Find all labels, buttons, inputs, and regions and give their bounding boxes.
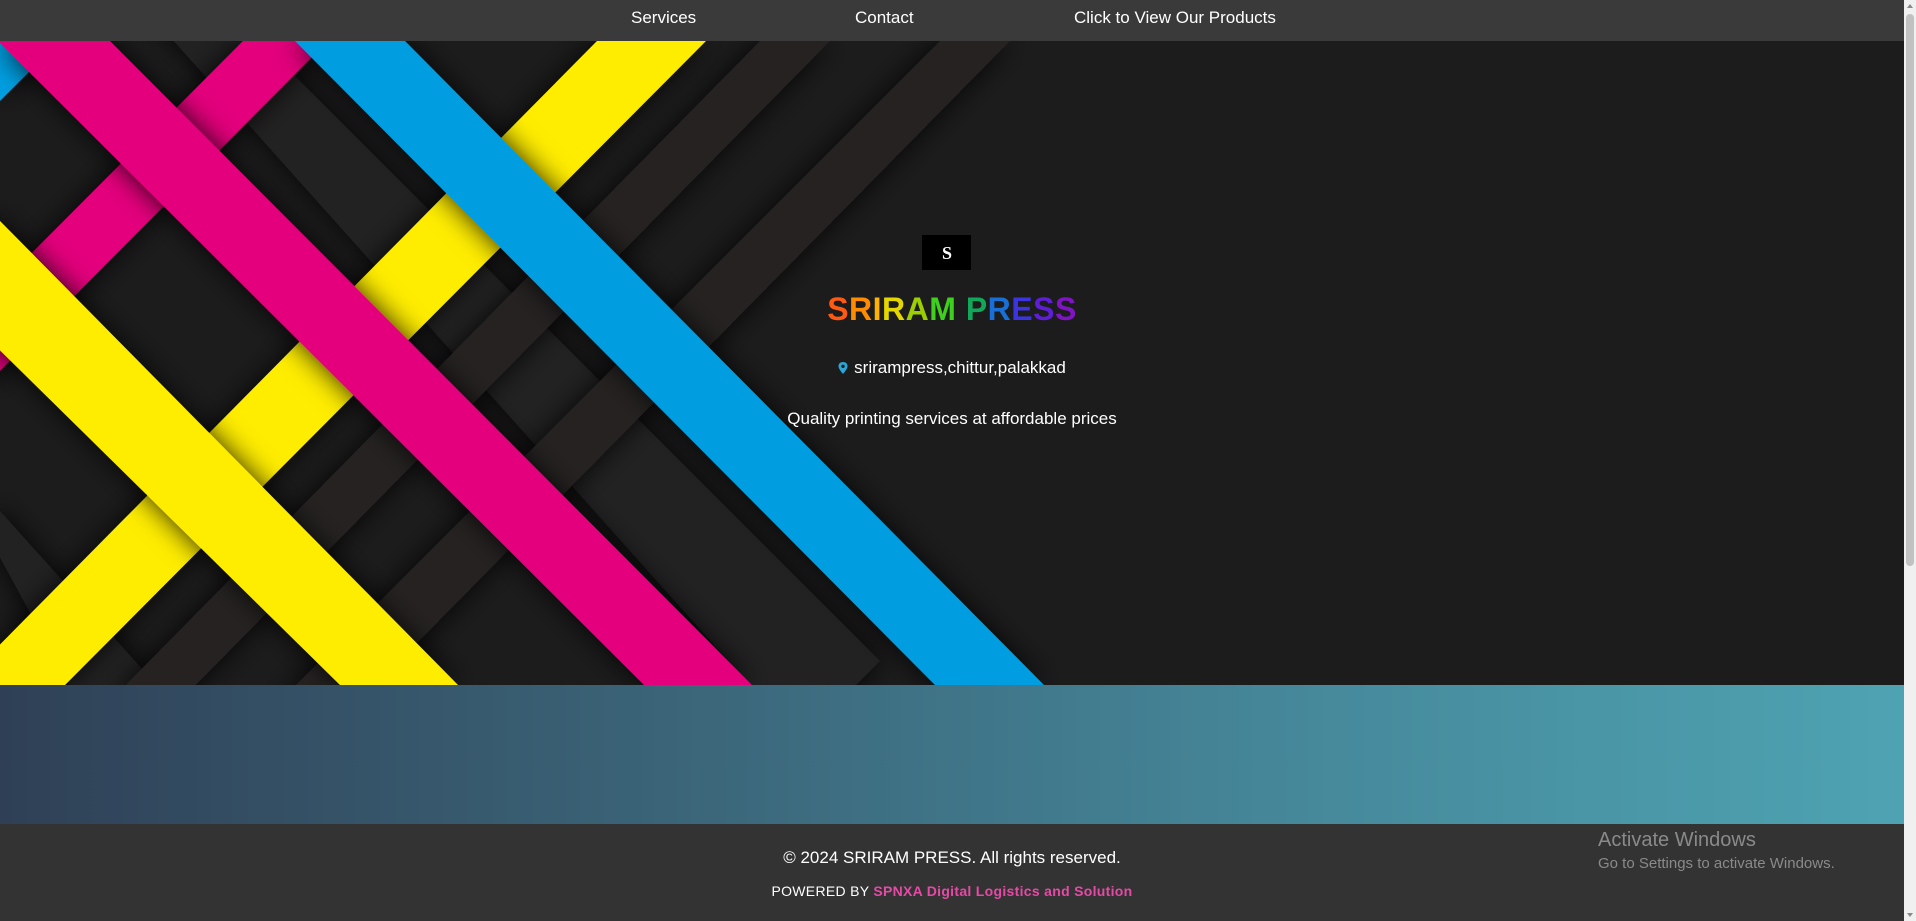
hero-section: S SRIRAM PRESS srirampress,chittur,palak… xyxy=(0,41,1904,685)
powered-by-label: POWERED BY xyxy=(771,883,870,899)
scroll-up-icon[interactable] xyxy=(1907,4,1913,8)
scroll-down-icon[interactable] xyxy=(1907,913,1913,917)
logo-s-icon: S xyxy=(941,243,951,263)
brand-letter: R xyxy=(882,291,906,327)
scroll-thumb[interactable] xyxy=(1906,14,1914,566)
brand-letter: A xyxy=(905,291,930,327)
brand-letter: S xyxy=(1054,291,1077,327)
brand-letter: R xyxy=(987,291,1012,327)
company-link[interactable]: SPNXA Digital Logistics and Solution xyxy=(873,883,1132,899)
tagline: Quality printing services at affordable … xyxy=(787,409,1117,428)
nav-link-products[interactable]: Click to View Our Products xyxy=(1074,0,1276,35)
windows-activation-watermark: Activate Windows Go to Settings to activ… xyxy=(1598,829,1835,872)
brand-letter: S xyxy=(1033,291,1055,327)
watermark-subtitle: Go to Settings to activate Windows. xyxy=(1598,855,1835,872)
brand-letter: M xyxy=(929,291,957,327)
brand-letter xyxy=(956,291,965,328)
nav-link-services[interactable]: Services xyxy=(631,0,696,35)
watermark-title: Activate Windows xyxy=(1598,829,1756,851)
location-text: srirampress,chittur,palakkad xyxy=(854,358,1066,377)
brand-letter: R xyxy=(849,291,873,327)
brand-letter: P xyxy=(965,291,988,327)
location-line: srirampress,chittur,palakkad xyxy=(0,358,1904,379)
brand-letter: E xyxy=(1011,291,1034,327)
brand-letter: S xyxy=(827,291,850,327)
powered-by-line: POWERED BY SPNXA Digital Logistics and S… xyxy=(0,883,1904,899)
hero-content: S SRIRAM PRESS srirampress,chittur,palak… xyxy=(0,41,1904,685)
vertical-scrollbar[interactable] xyxy=(1904,0,1916,921)
brand-letter: I xyxy=(872,291,883,327)
location-pin-icon xyxy=(838,359,848,379)
brand-title: SRIRAM PRESS xyxy=(0,291,1904,328)
nav-link-contact[interactable]: Contact xyxy=(855,0,914,35)
brand-logo: S xyxy=(922,235,971,270)
gradient-band xyxy=(0,685,1904,824)
top-navigation: Services Contact Click to View Our Produ… xyxy=(0,0,1904,42)
svg-text:S: S xyxy=(941,243,951,263)
